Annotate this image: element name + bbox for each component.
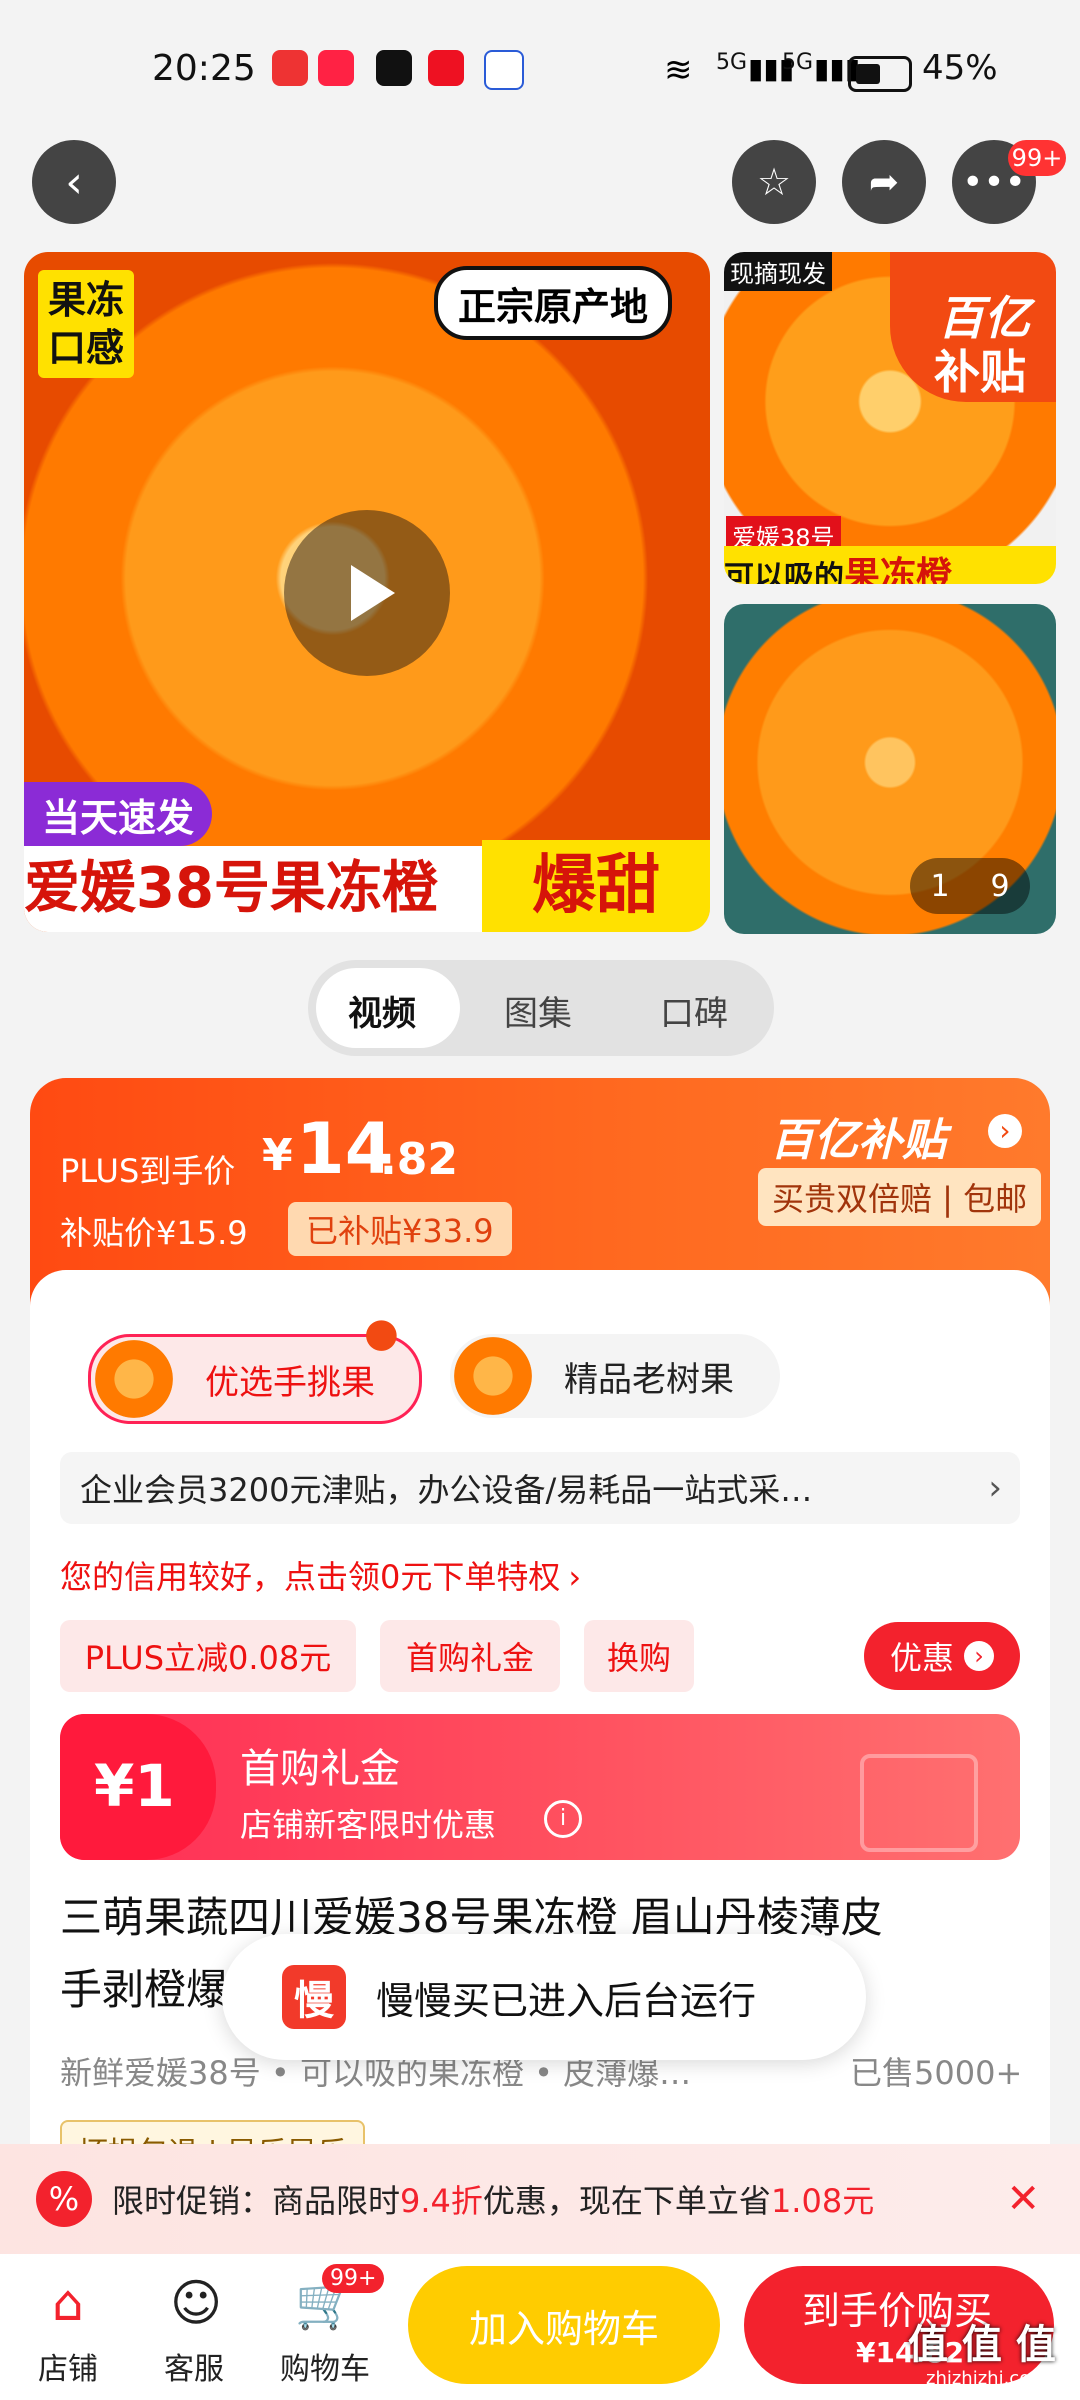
discount-button[interactable]: 优惠 ›: [864, 1622, 1020, 1690]
gift-title: 首购礼金: [240, 1746, 400, 1792]
discount-button-label: 优惠: [889, 1639, 954, 1677]
bottom-banner: 爱媛38号果冻橙 爆甜: [24, 840, 710, 932]
promo-middle: 优惠，现在下单立省: [482, 2182, 771, 2220]
fresh-pick-tag: 现摘现发: [724, 252, 832, 291]
favorite-button[interactable]: ☆: [732, 140, 816, 224]
option-thumb-2: [454, 1337, 532, 1415]
chevron-right-icon[interactable]: ›: [988, 1114, 1022, 1148]
promo-save: 1.08元: [770, 2182, 875, 2220]
percent-icon: %: [36, 2171, 92, 2227]
network-5g-2: 5G: [782, 50, 814, 75]
promo-prefix: 限时促销：商品限时: [112, 2182, 401, 2220]
option-chip[interactable]: 精品老树果: [450, 1334, 780, 1418]
shop-icon[interactable]: ⌂: [28, 2270, 108, 2336]
more-badge: 99+: [1008, 140, 1066, 176]
back-button[interactable]: ‹: [32, 140, 116, 224]
chevron-right-icon: ›: [964, 1641, 994, 1671]
sold-count: 已售5000+: [850, 2054, 1023, 2092]
cart-badge: 99+: [322, 2264, 385, 2293]
plus-price-label: PLUS到手价: [60, 1152, 236, 1190]
close-icon[interactable]: ✕: [1006, 2176, 1040, 2222]
credit-text: 您的信用较好，点击领0元下单特权: [60, 1558, 561, 1596]
app-icon-1: [272, 50, 308, 86]
origin-tag-text: 正宗原产地: [458, 284, 649, 329]
info-icon[interactable]: i: [544, 1800, 582, 1838]
tag-exchange[interactable]: 换购: [584, 1620, 694, 1692]
share-icon: ➦: [868, 161, 900, 203]
tag-plus-discount[interactable]: PLUS立减0.08元: [60, 1620, 356, 1692]
watermark-logo: 值 值 值: [908, 2322, 1056, 2368]
price-dec: .82: [380, 1134, 458, 1185]
nav-service-label[interactable]: 客服: [164, 2344, 224, 2388]
first-order-gift-banner[interactable]: ¥1 首购礼金 店铺新客限时优惠 i: [60, 1714, 1020, 1860]
gift-subtitle: 店铺新客限时优惠: [240, 1806, 497, 1844]
hot-flame-icon: ●: [364, 1310, 399, 1356]
tab-video[interactable]: 视频: [348, 986, 416, 1035]
chevron-right-icon: ›: [568, 1558, 582, 1596]
chevron-left-icon: ‹: [65, 156, 83, 208]
side-caption-mid: 可以吸的: [724, 560, 844, 584]
tag-first-gift[interactable]: 首购礼金: [380, 1620, 560, 1692]
jelly-texture-tag: 果冻 口感: [38, 270, 134, 378]
baidu-icon: [484, 50, 524, 90]
promo-discount: 9.4折: [400, 2182, 483, 2220]
app-icon-4: [428, 50, 464, 86]
background-toast: 慢 慢慢买已进入后台运行: [222, 1934, 866, 2060]
gift-box-icon: [860, 1754, 978, 1852]
battery-icon: [848, 56, 912, 92]
toast-text: 慢慢买已进入后台运行: [376, 1978, 757, 2023]
option-chip-label-2: 精品老树果: [564, 1359, 734, 1400]
customer-service-icon[interactable]: ☺: [156, 2270, 236, 2336]
subsidy-price: 补贴价¥15.9: [60, 1214, 248, 1252]
battery-percent: 45%: [922, 48, 998, 88]
watermark-url: zhizhizhi.com: [926, 2368, 1048, 2389]
page-index: 1: [930, 868, 950, 904]
wifi-icon: ≋: [664, 50, 693, 90]
side-caption-big: 果冻橙: [844, 555, 953, 584]
share-button[interactable]: ➦: [842, 140, 926, 224]
page-total: 9: [990, 868, 1010, 904]
side-caption-bar: 可以吸的果冻橙: [724, 546, 1056, 584]
status-time: 20:25: [152, 48, 256, 89]
option-thumb-1: [95, 1340, 173, 1418]
subsidy-logo-line2: 补贴: [934, 345, 1026, 399]
banner-hot-text: 爆甜: [482, 840, 710, 932]
tab-reviews[interactable]: 口碑: [660, 986, 728, 1035]
fast-ship-ribbon: 当天速发: [24, 782, 213, 846]
price-int: 14: [296, 1108, 394, 1190]
network-5g-1: 5G: [716, 50, 748, 75]
gift-amount: ¥1: [94, 1752, 175, 1820]
subsidy-logo: 百亿 补贴: [890, 252, 1056, 402]
chevron-right-icon: ›: [988, 1468, 1002, 1508]
star-icon: ☆: [756, 160, 792, 204]
nav-cart-label[interactable]: 购物车: [280, 2344, 370, 2388]
enterprise-row[interactable]: 企业会员3200元津贴，办公设备/易耗品一站式采… ›: [60, 1452, 1020, 1524]
origin-tag: 正宗原产地: [434, 266, 673, 340]
enterprise-text: 企业会员3200元津贴，办公设备/易耗品一站式采…: [80, 1471, 813, 1509]
manmanmai-logo-icon: 慢: [282, 1965, 346, 2029]
subsidy-brand: 百亿补贴: [770, 1115, 946, 1166]
play-icon: [351, 565, 395, 621]
add-to-cart-button[interactable]: 加入购物车: [408, 2266, 720, 2384]
add-to-cart-label: 加入购物车: [468, 2306, 659, 2351]
option-chip-label-1: 优选手挑果: [205, 1362, 375, 1403]
page-indicator: 1 9: [910, 858, 1030, 914]
gift-amount-block: ¥1: [60, 1714, 216, 1860]
credit-row[interactable]: 您的信用较好，点击领0元下单特权 ›: [60, 1552, 581, 1598]
play-button[interactable]: [284, 510, 450, 676]
guarantee-badge: 买贵双倍赔 | 包邮: [758, 1168, 1042, 1226]
nav-shop-label[interactable]: 店铺: [38, 2344, 98, 2388]
app-icon-2: [318, 50, 354, 86]
price-currency: ¥: [262, 1130, 293, 1181]
tiktok-icon: [376, 50, 412, 86]
subsidy-saved-badge: 已补贴¥33.9: [288, 1202, 512, 1256]
promo-bar[interactable]: % 限时促销：商品限时 9.4折 优惠，现在下单立省 1.08元 ✕: [0, 2144, 1080, 2254]
banner-product-name: 爱媛38号果冻橙: [24, 856, 438, 921]
gallery-thumb-2[interactable]: 1 9: [724, 604, 1056, 934]
tab-album[interactable]: 图集: [504, 986, 572, 1035]
